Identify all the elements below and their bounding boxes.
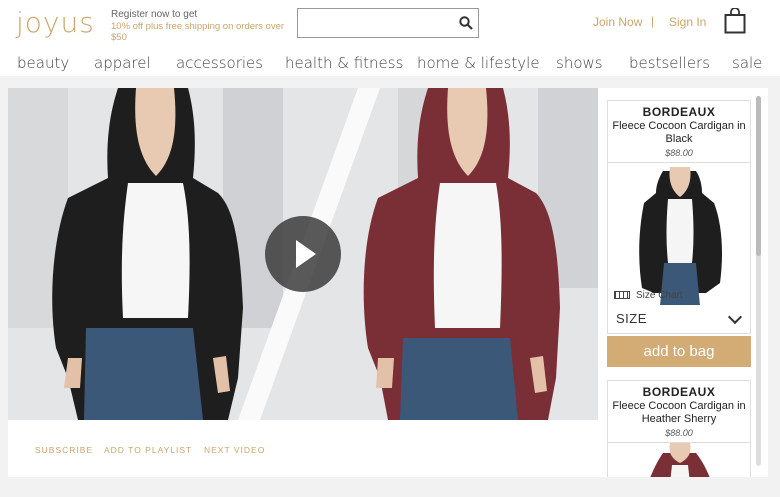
promo-line1: Register now to get	[111, 9, 198, 20]
product-photo-sherry	[608, 443, 750, 477]
size-chart-link[interactable]: Size Chart	[614, 290, 683, 301]
nav-item-apparel[interactable]: apparel	[94, 54, 151, 72]
video-actions: SUBSCRIBE ADD TO PLAYLIST NEXT VIDEO	[8, 420, 598, 477]
add-to-playlist-link[interactable]: ADD TO PLAYLIST	[104, 445, 192, 455]
size-label: SIZE	[616, 311, 647, 326]
chevron-down-icon	[727, 309, 743, 325]
join-now-link[interactable]: Join Now	[593, 15, 642, 29]
logo[interactable]: joyus	[16, 6, 95, 39]
nav-item-beauty[interactable]: beauty	[17, 54, 69, 72]
product-card[interactable]: BORDEAUX Fleece Cocoon Cardigan in Heath…	[607, 380, 751, 477]
product-brand: BORDEAUX	[642, 105, 716, 119]
play-button[interactable]	[265, 216, 341, 292]
product-image[interactable]	[608, 442, 750, 477]
subscribe-link[interactable]: SUBSCRIBE	[35, 445, 93, 455]
scrollbar[interactable]	[756, 96, 761, 466]
sign-in-link[interactable]: Sign In	[669, 15, 706, 29]
product-price: $88.00	[665, 148, 693, 158]
product-name[interactable]: Fleece Cocoon Cardigan in Black	[608, 120, 750, 146]
nav-item-bestsellers[interactable]: bestsellers	[629, 54, 710, 72]
product-panel: BORDEAUX Fleece Cocoon Cardigan in Black…	[598, 88, 768, 477]
category-nav: beauty apparel accessories health & fitn…	[0, 52, 780, 76]
header-separator: |	[651, 14, 655, 28]
shopping-bag-icon[interactable]	[724, 8, 746, 34]
nav-item-shows[interactable]: shows	[556, 54, 603, 72]
header: joyus Register now to get 10% off plus f…	[0, 0, 780, 48]
nav-item-sale[interactable]: sale	[732, 54, 762, 72]
promo[interactable]: Register now to get 10% off plus free sh…	[111, 9, 291, 43]
add-to-bag-button[interactable]: add to bag	[607, 336, 751, 367]
product-card[interactable]: BORDEAUX Fleece Cocoon Cardigan in Black…	[607, 100, 751, 305]
search-icon[interactable]	[459, 16, 473, 30]
product-brand: BORDEAUX	[642, 385, 716, 399]
product-name[interactable]: Fleece Cocoon Cardigan in Heather Sherry	[608, 400, 750, 426]
product-photo-black	[608, 163, 750, 305]
nav-item-accessories[interactable]: accessories	[176, 54, 263, 72]
product-image[interactable]: Size Chart	[608, 162, 750, 305]
scrollbar-thumb[interactable]	[756, 96, 761, 256]
product-price: $88.00	[665, 428, 693, 438]
ruler-icon	[614, 291, 630, 300]
nav-item-health-fitness[interactable]: health & fitness	[285, 54, 403, 72]
promo-line2: 10% off plus free shipping on orders ove…	[111, 21, 285, 43]
nav-item-home-lifestyle[interactable]: home & lifestyle	[417, 54, 540, 72]
size-chart-label: Size Chart	[636, 290, 683, 301]
next-video-link[interactable]: NEXT VIDEO	[204, 445, 265, 455]
size-select[interactable]: SIZE	[607, 302, 751, 334]
search-input[interactable]	[297, 8, 479, 38]
